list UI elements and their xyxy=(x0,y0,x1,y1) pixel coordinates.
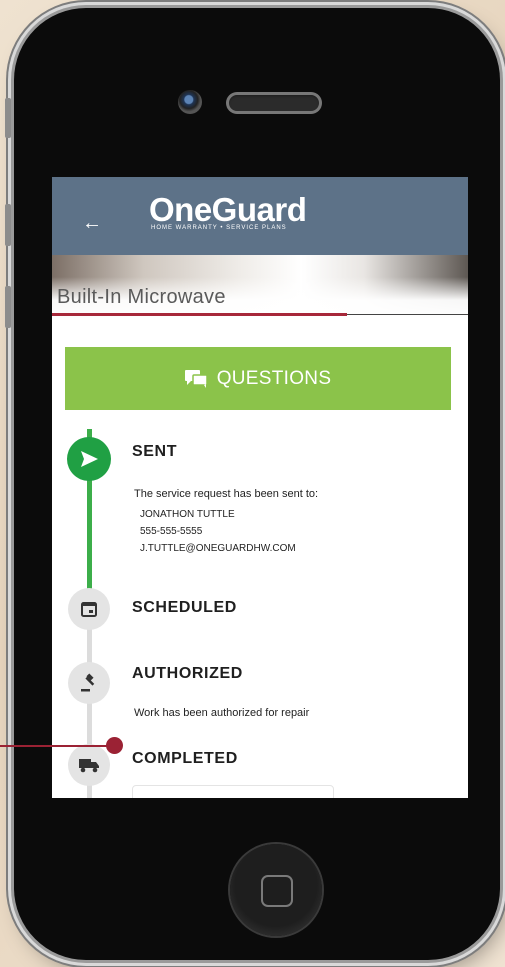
truck-icon xyxy=(68,744,110,786)
step-sent-title: SENT xyxy=(132,443,178,460)
oneguard-logo: OneGuard HOME WARRANTY • SERVICE PLANS xyxy=(149,191,307,232)
send-icon xyxy=(67,437,111,481)
home-button[interactable] xyxy=(230,844,322,936)
chat-icon xyxy=(184,369,207,388)
step-sent-text: The service request has been sent to: xyxy=(134,488,319,500)
logo-tagline: HOME WARRANTY • SERVICE PLANS xyxy=(151,225,287,231)
volume-down-button xyxy=(5,286,11,328)
step-authorized-text: Work has been authorized for repair xyxy=(134,707,310,719)
volume-up-button xyxy=(5,204,11,246)
appliance-title: Built-In Microwave xyxy=(57,286,226,308)
callout-dot xyxy=(106,737,123,754)
back-arrow-icon[interactable]: ← xyxy=(82,213,102,233)
mute-switch xyxy=(5,98,11,138)
contact-phone[interactable]: 555-555-5555 xyxy=(140,523,202,540)
app-header: ← OneGuard HOME WARRANTY • SERVICE PLANS xyxy=(52,177,468,255)
speaker-grille xyxy=(226,92,322,114)
logo-wordmark: OneGuard xyxy=(149,191,307,228)
gavel-icon xyxy=(68,662,110,704)
completed-card xyxy=(132,785,334,798)
front-camera-icon xyxy=(178,90,202,114)
callout-line xyxy=(0,745,116,747)
home-square-icon xyxy=(261,875,293,907)
app-screen: ← OneGuard HOME WARRANTY • SERVICE PLANS… xyxy=(52,177,468,798)
contact-email[interactable]: J.TUTTLE@ONEGUARDHW.COM xyxy=(140,540,296,557)
title-underline xyxy=(347,314,468,315)
questions-button[interactable]: QUESTIONS xyxy=(65,347,451,410)
step-scheduled-title: SCHEDULED xyxy=(132,599,237,616)
calendar-icon xyxy=(68,588,110,630)
step-authorized-title: AUTHORIZED xyxy=(132,665,243,682)
questions-label: QUESTIONS xyxy=(216,367,332,389)
title-underline-accent xyxy=(52,313,347,316)
contact-name: JONATHON TUTTLE xyxy=(140,509,235,520)
step-completed-title: COMPLETED xyxy=(132,750,238,767)
